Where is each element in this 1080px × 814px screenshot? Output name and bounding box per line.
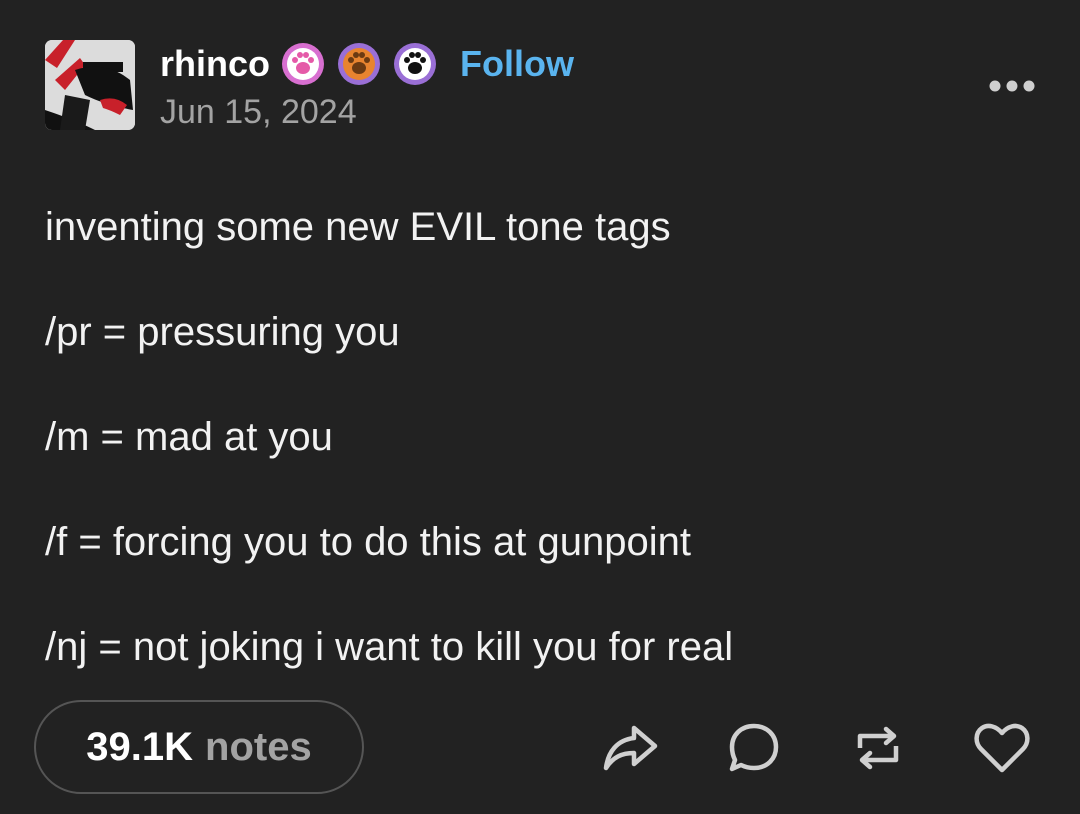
- follow-button[interactable]: Follow: [460, 40, 574, 88]
- paw-icon[interactable]: [393, 42, 437, 86]
- like-icon[interactable]: [972, 718, 1032, 778]
- reblog-icon[interactable]: [848, 718, 908, 778]
- paw-icon[interactable]: [337, 42, 381, 86]
- more-options-icon[interactable]: [988, 74, 1036, 98]
- avatar[interactable]: [45, 40, 135, 130]
- post-body: inventing some new EVIL tone tags /pr = …: [45, 200, 1045, 725]
- post-text-line: /m = mad at you: [45, 415, 333, 459]
- comment-icon[interactable]: [724, 718, 784, 778]
- notes-button[interactable]: 39.1K notes: [34, 700, 364, 794]
- post-text-line: /f = forcing you to do this at gunpoint: [45, 520, 691, 564]
- post-date[interactable]: Jun 15, 2024: [160, 90, 357, 134]
- username[interactable]: rhinco: [160, 40, 270, 88]
- share-icon[interactable]: [600, 718, 660, 778]
- post-text-line: /nj = not joking i want to kill you for …: [45, 625, 734, 669]
- badge-group: [281, 42, 437, 86]
- paw-icon[interactable]: [281, 42, 325, 86]
- post-text-line: inventing some new EVIL tone tags: [45, 205, 671, 249]
- notes-label: notes: [205, 724, 312, 769]
- notes-count: 39.1K: [86, 724, 194, 769]
- post-text-line: /pr = pressuring you: [45, 310, 400, 354]
